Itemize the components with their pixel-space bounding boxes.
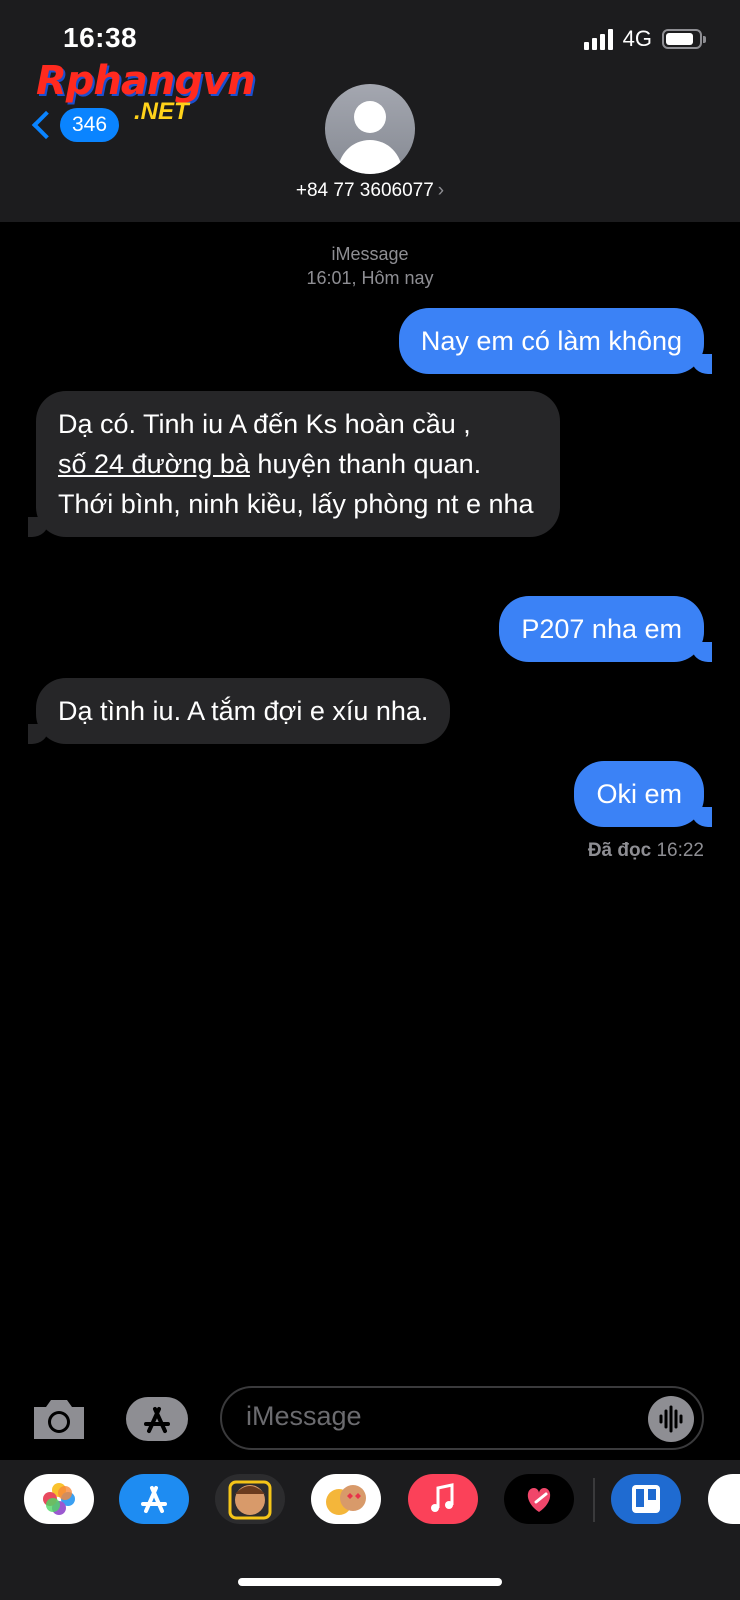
contact-avatar[interactable] bbox=[325, 84, 415, 174]
message-text: Oki em bbox=[596, 779, 682, 809]
watermark-sub: .NET bbox=[134, 98, 189, 125]
contact-number: +84 77 3606077 bbox=[295, 180, 434, 201]
message-bubble-outgoing[interactable]: Oki em bbox=[574, 761, 712, 827]
back-button[interactable]: 346 bbox=[30, 108, 120, 142]
contact-name-button[interactable]: +84 77 3606077 › bbox=[0, 180, 740, 202]
message-text: Dạ có. Tinh iu A đến Ks hoàn cầu , bbox=[58, 409, 471, 439]
read-label: Đã đọc bbox=[587, 840, 652, 861]
network-type: 4G bbox=[622, 26, 652, 51]
battery-icon bbox=[662, 29, 706, 49]
drawer-divider bbox=[593, 1478, 595, 1522]
service-label: iMessage bbox=[331, 244, 409, 264]
camera-icon[interactable] bbox=[30, 1395, 88, 1443]
photos-app-icon[interactable] bbox=[24, 1474, 94, 1524]
waveform-icon bbox=[659, 1405, 683, 1433]
message-bubble-outgoing[interactable]: Nay em có làm không bbox=[398, 308, 713, 374]
home-indicator[interactable] bbox=[238, 1578, 502, 1586]
cellular-signal-icon bbox=[583, 28, 613, 50]
trello-icon[interactable] bbox=[611, 1474, 681, 1524]
app-store-icon[interactable] bbox=[119, 1474, 189, 1524]
app-store-icon bbox=[144, 1407, 170, 1433]
chevron-right-icon: › bbox=[437, 180, 445, 201]
app-store-button[interactable] bbox=[126, 1397, 188, 1441]
status-indicators: 4G bbox=[583, 26, 706, 52]
audio-message-button[interactable] bbox=[648, 1396, 694, 1442]
chevron-left-icon bbox=[31, 110, 61, 140]
digital-touch-icon[interactable] bbox=[504, 1474, 574, 1524]
conversation-timestamp: 16:01, Hôm nay bbox=[306, 268, 434, 288]
unread-count-badge: 346 bbox=[60, 108, 120, 142]
message-bubble-incoming[interactable]: Dạ có. Tinh iu A đến Ks hoàn cầu , số 24 … bbox=[28, 391, 560, 537]
message-text: P207 nha em bbox=[521, 614, 682, 644]
memoji-stickers-icon[interactable] bbox=[311, 1474, 381, 1524]
person-icon bbox=[354, 101, 386, 133]
status-time: 16:38 bbox=[63, 22, 138, 53]
read-receipt: Đã đọc 16:22 bbox=[588, 840, 704, 862]
memoji-icon[interactable] bbox=[215, 1474, 285, 1524]
message-bubble-outgoing[interactable]: P207 nha em bbox=[499, 596, 712, 662]
message-bubble-incoming[interactable]: Dạ tình iu. A tắm đợi e xíu nha. bbox=[27, 678, 451, 744]
address-link[interactable]: số 24 đường bà bbox=[58, 449, 250, 479]
message-input[interactable] bbox=[244, 1400, 638, 1433]
message-text: Nay em có làm không bbox=[420, 326, 682, 356]
message-text: Dạ tình iu. A tắm đợi e xíu nha. bbox=[58, 696, 429, 726]
music-app-icon[interactable] bbox=[408, 1474, 478, 1524]
message-input-field[interactable] bbox=[220, 1386, 704, 1450]
read-time: 16:22 bbox=[656, 840, 704, 861]
